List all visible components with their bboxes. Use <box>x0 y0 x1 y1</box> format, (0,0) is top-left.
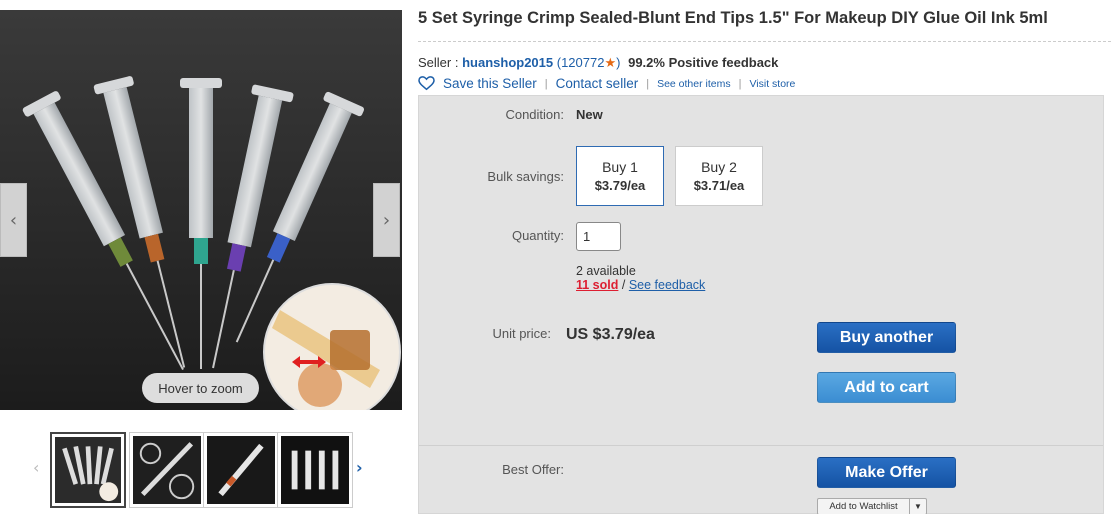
add-to-cart-button[interactable]: Add to cart <box>817 372 956 403</box>
sold-count-link[interactable]: 11 sold <box>576 278 618 292</box>
image-prev-button[interactable]: ‹ <box>0 183 27 257</box>
thumbnail-3[interactable] <box>203 432 279 508</box>
bulk-option-buy-2[interactable]: Buy 2 $3.71/ea <box>675 146 763 206</box>
condition-value: New <box>576 107 603 122</box>
main-product-image[interactable]: ‹ › Hover to zoom <box>0 10 402 410</box>
sold-info: 11 sold / See feedback <box>576 278 705 292</box>
thumbnail-2[interactable] <box>129 432 205 508</box>
quantity-label: Quantity: <box>511 228 564 243</box>
save-seller-link[interactable]: Save this Seller <box>443 76 537 91</box>
thumbnail-4-image <box>281 436 349 504</box>
visit-store-link[interactable]: Visit store <box>749 78 795 90</box>
seller-actions: Save this Seller | Contact seller | See … <box>418 76 795 91</box>
title-divider <box>418 41 1111 42</box>
thumbnails-next-icon[interactable]: › <box>356 458 363 477</box>
section-divider <box>419 445 1103 446</box>
seller-name-link[interactable]: huanshop2015 <box>462 55 553 70</box>
see-feedback-link[interactable]: See feedback <box>629 278 705 292</box>
thumbnails-prev-icon[interactable]: ‹ <box>33 458 39 477</box>
slash-separator: / <box>621 278 626 292</box>
separator: | <box>738 77 742 90</box>
buy-another-button[interactable]: Buy another <box>817 322 956 353</box>
contact-seller-link[interactable]: Contact seller <box>556 76 639 91</box>
condition-label: Condition: <box>505 107 564 122</box>
purchase-panel: Condition: New Bulk savings: Buy 1 $3.79… <box>418 95 1104 514</box>
bulk-option-price: $3.71/ea <box>693 178 745 193</box>
star-icon: ★ <box>604 55 617 70</box>
bulk-option-price: $3.79/ea <box>594 178 646 193</box>
separator: | <box>646 77 650 90</box>
heart-icon[interactable] <box>418 76 435 91</box>
positive-feedback: 99.2% Positive feedback <box>628 55 779 70</box>
bulk-savings-label: Bulk savings: <box>487 169 564 184</box>
thumbnail-1-image <box>55 437 121 503</box>
hover-to-zoom-hint: Hover to zoom <box>142 373 259 403</box>
feedback-score-open: (120772 <box>556 55 605 70</box>
bulk-option-qty: Buy 2 <box>701 159 737 175</box>
seller-label: Seller : <box>418 55 459 70</box>
see-other-items-link[interactable]: See other items <box>657 78 731 90</box>
listing-title: 5 Set Syringe Crimp Sealed-Blunt End Tip… <box>418 9 1048 27</box>
feedback-score[interactable]: (120772★) <box>557 55 621 70</box>
thumbnail-strip: ‹ › <box>30 430 375 510</box>
unit-price-value: US $3.79/ea <box>566 326 655 343</box>
separator: | <box>544 77 548 90</box>
thumbnail-4[interactable] <box>277 432 353 508</box>
image-next-button[interactable]: › <box>373 183 400 257</box>
thumbnail-2-image <box>133 436 201 504</box>
best-offer-label: Best Offer: <box>502 462 564 477</box>
seller-info: Seller : huanshop2015 (120772★) 99.2% Po… <box>418 55 778 71</box>
watchlist-label: Add to Watchlist <box>829 501 898 512</box>
make-offer-button[interactable]: Make Offer <box>817 457 956 488</box>
syringe-photo <box>0 10 402 410</box>
unit-price-label: Unit price: <box>492 326 551 341</box>
thumbnail-1[interactable] <box>50 432 126 508</box>
quantity-input[interactable] <box>576 222 621 251</box>
available-count: 2 available <box>576 264 636 278</box>
add-to-watchlist-button[interactable]: Add to Watchlist ▼ <box>817 498 927 514</box>
bulk-option-qty: Buy 1 <box>602 159 638 175</box>
dropdown-arrow-icon[interactable]: ▼ <box>909 499 926 514</box>
thumbnail-3-image <box>207 436 275 504</box>
bulk-option-buy-1[interactable]: Buy 1 $3.79/ea <box>576 146 664 206</box>
feedback-score-close: ) <box>616 55 621 70</box>
